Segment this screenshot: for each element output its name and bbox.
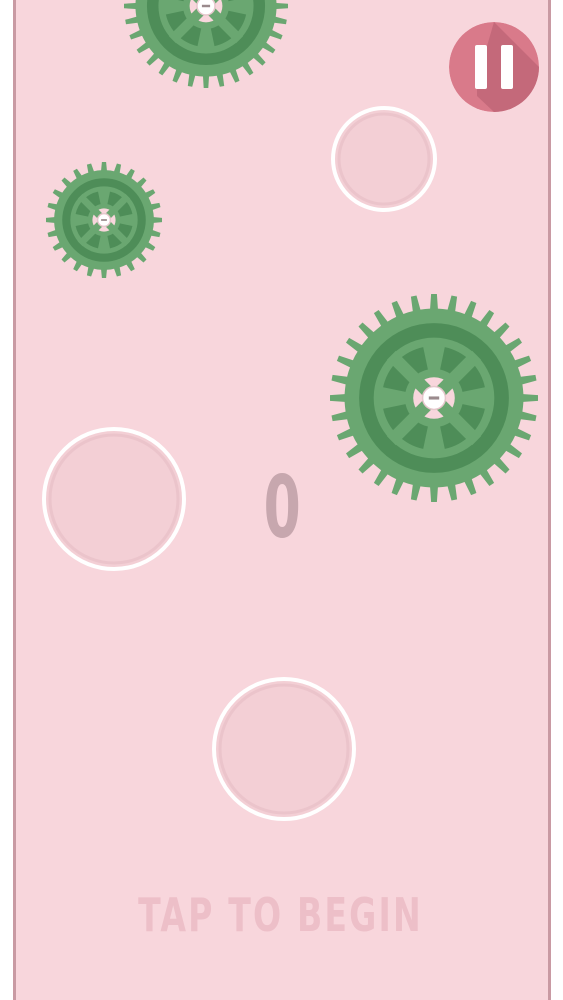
pause-icon bbox=[449, 22, 539, 112]
score-counter: 0 bbox=[263, 458, 303, 558]
landing-ring bbox=[331, 106, 437, 212]
tap-to-begin-prompt: TAP TO BEGIN bbox=[138, 888, 423, 942]
pause-button[interactable] bbox=[449, 22, 539, 112]
landing-ring bbox=[212, 677, 356, 821]
spinning-gear bbox=[46, 162, 162, 278]
